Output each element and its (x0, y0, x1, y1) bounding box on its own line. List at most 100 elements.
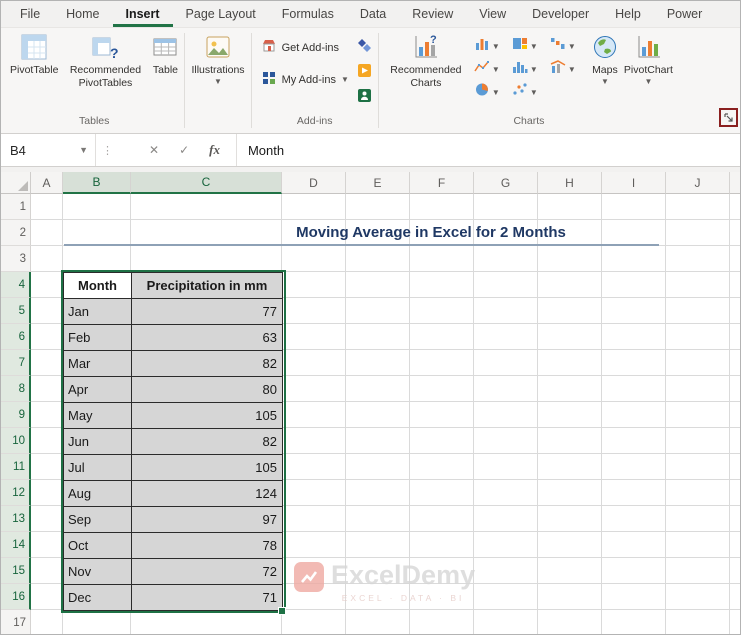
insert-hierarchy-chart-button[interactable]: ▼ (512, 35, 549, 57)
cell-E16[interactable] (346, 584, 410, 610)
cell-C11[interactable]: 105 (131, 454, 283, 481)
cell-I5[interactable] (602, 298, 666, 324)
recommended-pivottables-button[interactable]: ? Recommended PivotTables (61, 31, 149, 91)
row-header-17[interactable]: 17 (1, 610, 31, 634)
cell-G1[interactable] (474, 194, 538, 220)
insert-waterfall-chart-button[interactable]: ▼ (550, 35, 587, 57)
cell-A7[interactable] (31, 350, 63, 376)
cell-E10[interactable] (346, 428, 410, 454)
cell-H11[interactable] (538, 454, 602, 480)
cell-K13[interactable] (730, 506, 740, 532)
cell-B8[interactable]: Apr (63, 376, 132, 403)
cell-J1[interactable] (666, 194, 730, 220)
cell-K12[interactable] (730, 480, 740, 506)
cell-B3[interactable] (63, 246, 131, 272)
row-header-3[interactable]: 3 (1, 246, 31, 272)
cell-K7[interactable] (730, 350, 740, 376)
cell-A15[interactable] (31, 558, 63, 584)
cell-H15[interactable] (538, 558, 602, 584)
insert-pie-chart-button[interactable]: ▼ (474, 81, 511, 103)
cell-K17[interactable] (730, 610, 740, 634)
cell-A8[interactable] (31, 376, 63, 402)
cell-E6[interactable] (346, 324, 410, 350)
cell-C13[interactable]: 97 (131, 506, 283, 533)
cell-A5[interactable] (31, 298, 63, 324)
cell-G3[interactable] (474, 246, 538, 272)
cell-H10[interactable] (538, 428, 602, 454)
cell-J15[interactable] (666, 558, 730, 584)
cell-K8[interactable] (730, 376, 740, 402)
cell-J4[interactable] (666, 272, 730, 298)
cell-E3[interactable] (346, 246, 410, 272)
cell-A17[interactable] (31, 610, 63, 634)
cell-B16[interactable]: Dec (63, 584, 132, 611)
cell-C7[interactable]: 82 (131, 350, 283, 377)
cell-B7[interactable]: Mar (63, 350, 132, 377)
cell-J10[interactable] (666, 428, 730, 454)
cell-K11[interactable] (730, 454, 740, 480)
cell-G4[interactable] (474, 272, 538, 298)
tab-insert[interactable]: Insert (112, 1, 173, 27)
cell-E4[interactable] (346, 272, 410, 298)
cell-J7[interactable] (666, 350, 730, 376)
insert-statistic-chart-button[interactable]: ▼ (512, 58, 549, 80)
cell-H4[interactable] (538, 272, 602, 298)
cell-J6[interactable] (666, 324, 730, 350)
cell-A14[interactable] (31, 532, 63, 558)
cell-C16[interactable]: 71 (131, 584, 283, 611)
tab-data[interactable]: Data (347, 1, 399, 27)
cell-G7[interactable] (474, 350, 538, 376)
cell-C5[interactable]: 77 (131, 298, 283, 325)
row-header-10[interactable]: 10 (1, 428, 31, 454)
cell-A1[interactable] (31, 194, 63, 220)
column-header-D[interactable]: D (282, 172, 346, 194)
cell-C3[interactable] (131, 246, 282, 272)
tab-file[interactable]: File (7, 1, 53, 27)
row-header-4[interactable]: 4 (1, 272, 31, 298)
cell-K6[interactable] (730, 324, 740, 350)
cell-H8[interactable] (538, 376, 602, 402)
cell-F16[interactable] (410, 584, 474, 610)
column-header-C[interactable]: C (131, 172, 282, 194)
cell-G15[interactable] (474, 558, 538, 584)
cell-D13[interactable] (282, 506, 346, 532)
row-header-11[interactable]: 11 (1, 454, 31, 480)
cell-J3[interactable] (666, 246, 730, 272)
my-addins-button[interactable]: My Add-ins ▼ (261, 70, 349, 89)
cell-H6[interactable] (538, 324, 602, 350)
cell-F15[interactable] (410, 558, 474, 584)
cell-I14[interactable] (602, 532, 666, 558)
cell-C4[interactable]: Precipitation in mm (131, 272, 283, 299)
cell-B10[interactable]: Jun (63, 428, 132, 455)
cell-A3[interactable] (31, 246, 63, 272)
tab-developer[interactable]: Developer (519, 1, 602, 27)
cell-K16[interactable] (730, 584, 740, 610)
cell-F9[interactable] (410, 402, 474, 428)
cell-F7[interactable] (410, 350, 474, 376)
cell-G9[interactable] (474, 402, 538, 428)
cell-F17[interactable] (410, 610, 474, 634)
insert-combo-chart-button[interactable]: ▼ (550, 58, 587, 80)
cell-D17[interactable] (282, 610, 346, 634)
cell-D5[interactable] (282, 298, 346, 324)
cell-I11[interactable] (602, 454, 666, 480)
select-all-button[interactable] (1, 172, 31, 194)
row-header-12[interactable]: 12 (1, 480, 31, 506)
cell-I1[interactable] (602, 194, 666, 220)
get-addins-button[interactable]: Get Add-ins (261, 38, 349, 57)
cell-H3[interactable] (538, 246, 602, 272)
cell-A2[interactable] (31, 220, 63, 246)
cell-G10[interactable] (474, 428, 538, 454)
cell-B9[interactable]: May (63, 402, 132, 429)
row-header-14[interactable]: 14 (1, 532, 31, 558)
cell-F1[interactable] (410, 194, 474, 220)
cell-F10[interactable] (410, 428, 474, 454)
cell-E13[interactable] (346, 506, 410, 532)
cell-H14[interactable] (538, 532, 602, 558)
cell-G11[interactable] (474, 454, 538, 480)
cell-E9[interactable] (346, 402, 410, 428)
cell-C15[interactable]: 72 (131, 558, 283, 585)
cell-I3[interactable] (602, 246, 666, 272)
cell-I10[interactable] (602, 428, 666, 454)
cell-J11[interactable] (666, 454, 730, 480)
